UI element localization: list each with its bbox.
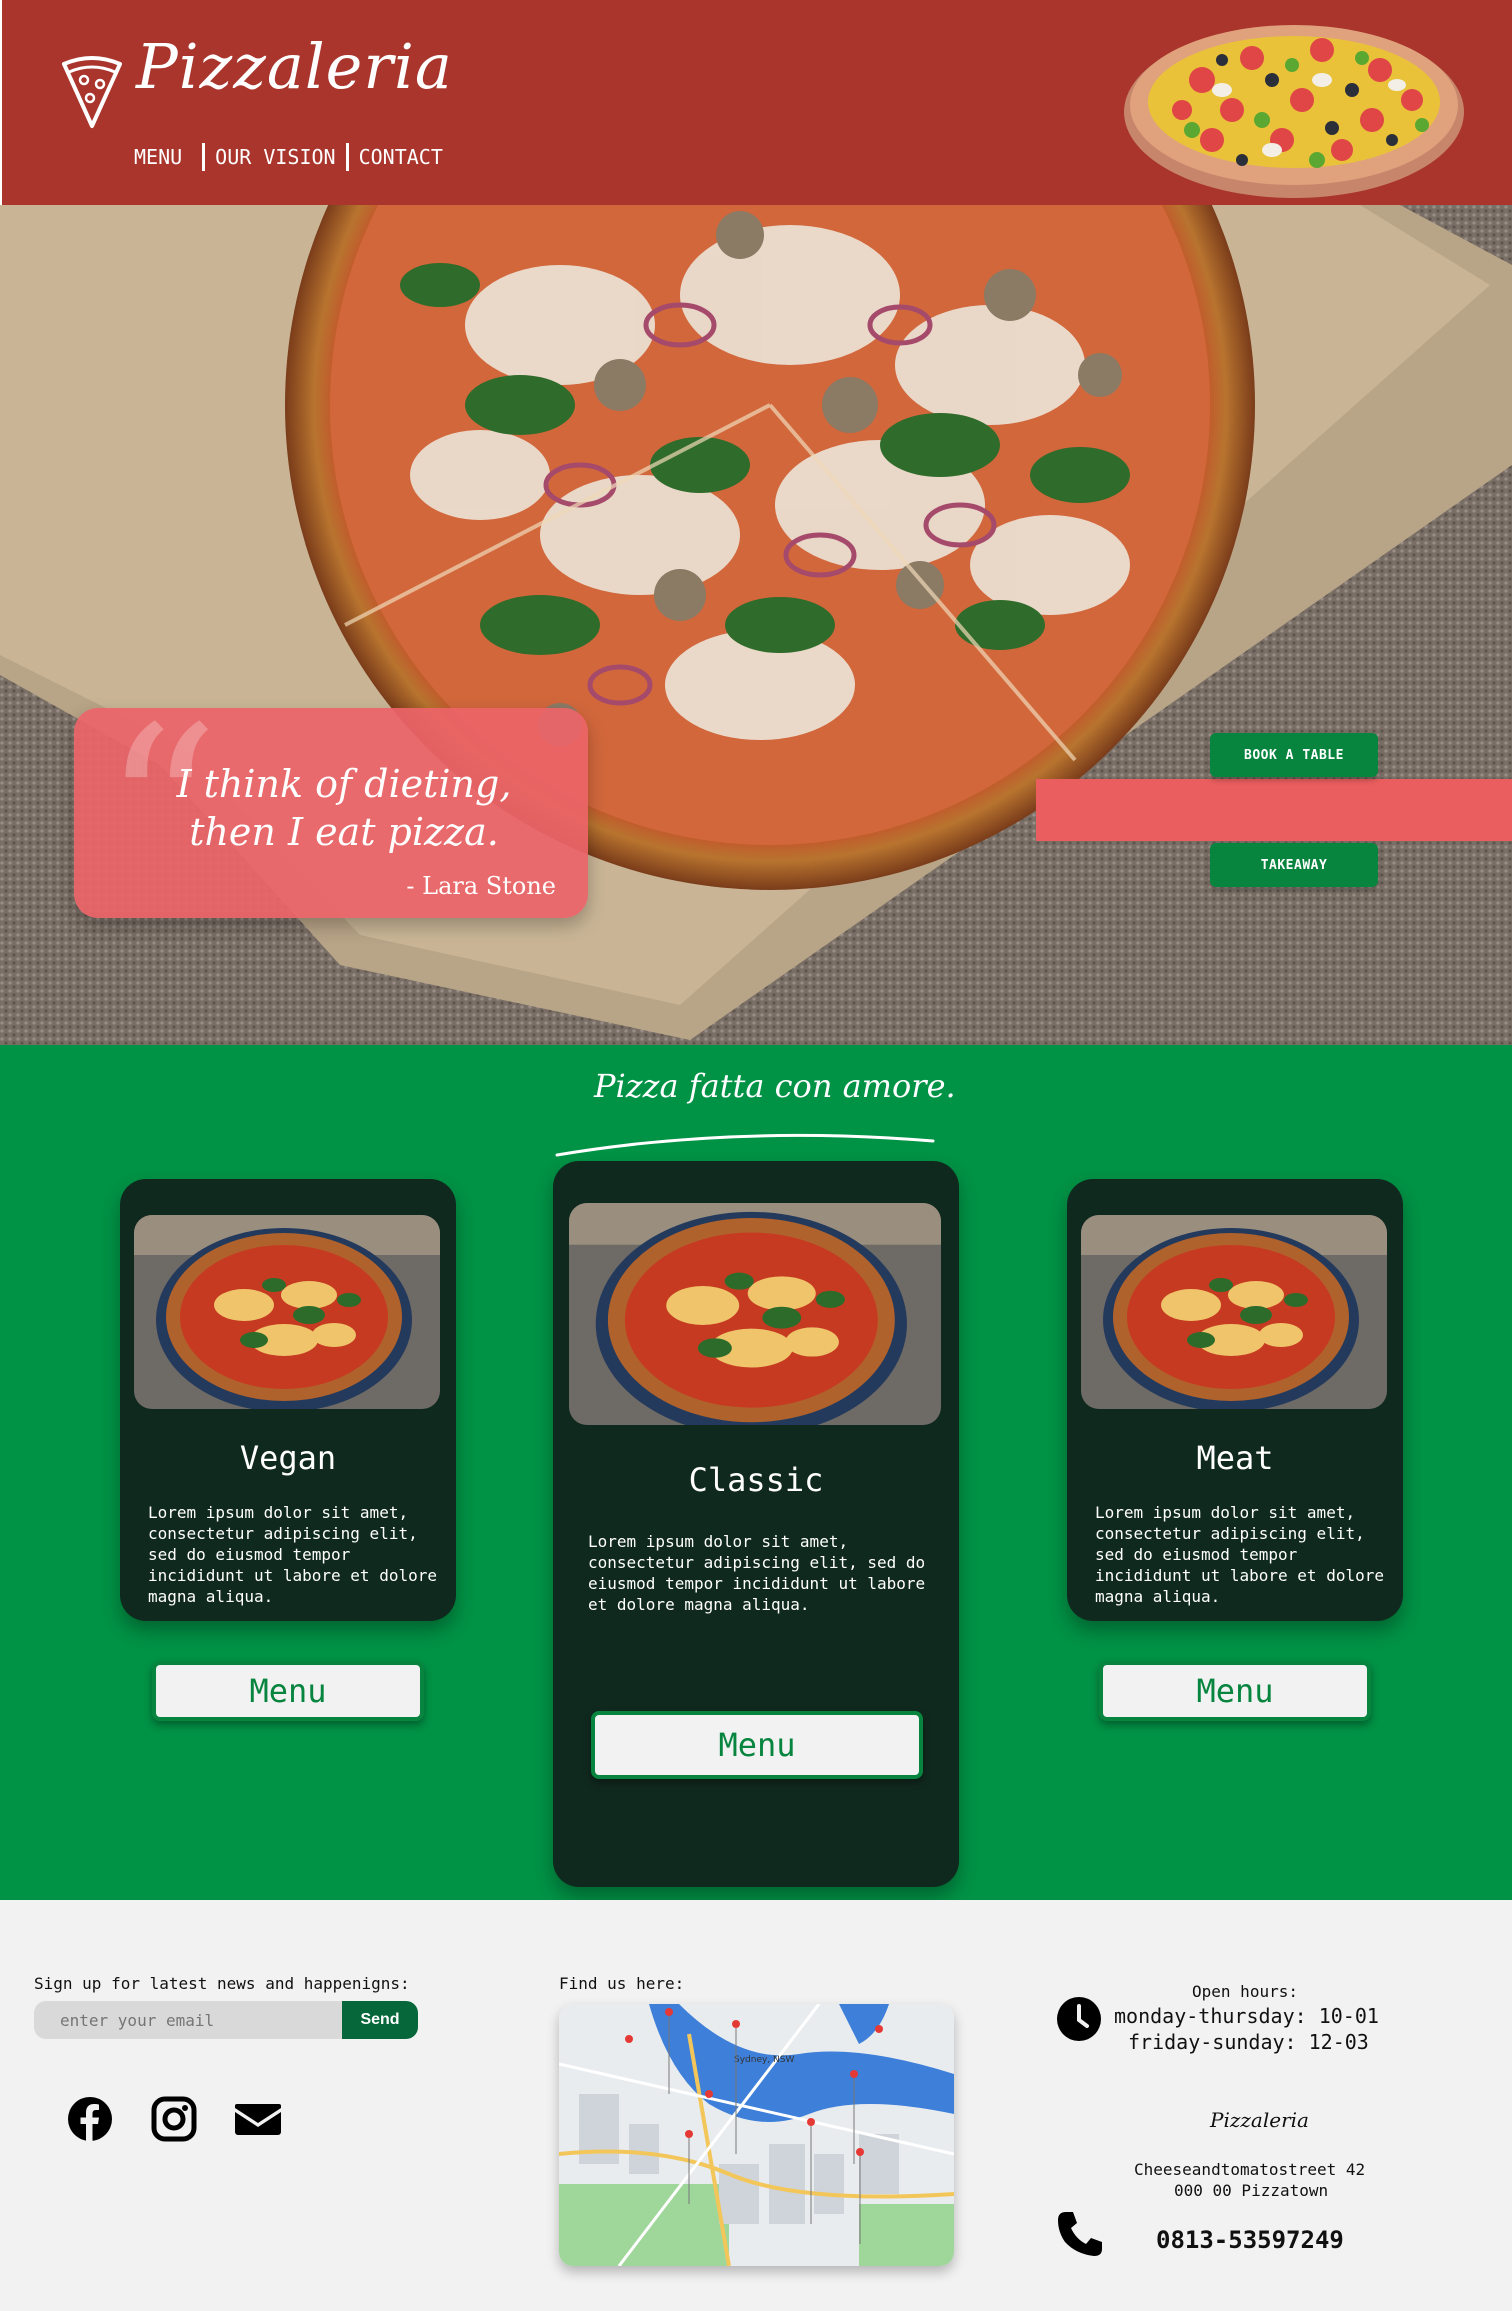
pizza-illustration <box>1124 25 1464 198</box>
meat-menu-button[interactable]: Menu <box>1099 1661 1371 1721</box>
main-nav: MENU OUR VISION CONTACT <box>134 143 453 171</box>
send-button[interactable]: Send <box>342 2001 418 2039</box>
instagram-icon[interactable] <box>151 2096 197 2142</box>
newsletter-label: Sign up for latest news and happenigns: <box>34 1974 410 1993</box>
pizza-photo <box>1081 1215 1387 1409</box>
phone-icon <box>1058 2212 1102 2256</box>
footer-brand: Pizzaleria <box>1210 2108 1309 2132</box>
menu-card-vegan: Vegan Lorem ipsum dolor sit amet, consec… <box>120 1179 456 1721</box>
takeaway-button[interactable]: TAKEAWAY <box>1210 843 1378 887</box>
pizza-slice-icon[interactable] <box>60 54 124 130</box>
book-table-button[interactable]: BOOK A TABLE <box>1210 733 1378 777</box>
section-tagline: Pizza fatta con amore. <box>594 1067 956 1105</box>
tagline-underline <box>555 1133 935 1157</box>
quote-author: - Lara Stone <box>406 872 556 900</box>
nav-our-vision[interactable]: OUR VISION <box>205 145 345 169</box>
envelope-icon[interactable] <box>235 2096 281 2142</box>
map-city-label: Sydney, NSW <box>734 2055 794 2065</box>
location-map[interactable]: Sydney, NSW <box>559 2004 954 2266</box>
classic-menu-button[interactable]: Menu <box>591 1711 923 1779</box>
site-footer: Sign up for latest news and happenigns: … <box>0 1900 1512 2311</box>
card-description: Lorem ipsum dolor sit amet, consectetur … <box>1095 1503 1384 1606</box>
address-city: 000 00 Pizzatown <box>1174 2181 1329 2200</box>
nav-menu[interactable]: MENU <box>134 145 202 169</box>
brand-logo-text[interactable]: Pizzaleria <box>136 30 453 103</box>
menu-card-classic: Classic Lorem ipsum dolor sit amet, cons… <box>553 1161 959 1887</box>
clock-icon <box>1057 1997 1101 2041</box>
card-title: Classic <box>688 1461 824 1499</box>
hours-weekend: friday-sunday: 12-03 <box>1128 2030 1369 2054</box>
menu-section: Pizza fatta con amore. Vegan Lorem ipsum… <box>0 1045 1512 1900</box>
quote-card: “ I think of dieting, then I eat pizza. … <box>74 698 588 928</box>
facebook-icon[interactable] <box>67 2096 113 2142</box>
pizza-photo <box>134 1215 440 1409</box>
card-title: Vegan <box>239 1439 337 1477</box>
map-label: Find us here: <box>559 1974 685 1993</box>
card-description: Lorem ipsum dolor sit amet, consectetur … <box>148 1503 437 1606</box>
accent-strip <box>1036 779 1512 841</box>
pizza-photo <box>569 1203 941 1425</box>
open-hours-label: Open hours: <box>1192 1982 1298 2001</box>
hours-weekdays: monday-thursday: 10-01 <box>1114 2004 1379 2028</box>
vegan-menu-button[interactable]: Menu <box>152 1661 424 1721</box>
nav-contact[interactable]: CONTACT <box>349 145 453 169</box>
menu-card-meat: Meat Lorem ipsum dolor sit amet, consect… <box>1067 1179 1403 1721</box>
card-description: Lorem ipsum dolor sit amet, consectetur … <box>588 1532 926 1614</box>
quote-text: I think of dieting, then I eat pizza. <box>176 762 512 854</box>
email-input[interactable] <box>34 2001 344 2039</box>
hero-pizza-photo <box>0 205 1512 1045</box>
hero-section: “ I think of dieting, then I eat pizza. … <box>0 205 1512 1045</box>
phone-number[interactable]: 0813-53597249 <box>1156 2226 1344 2254</box>
card-title: Meat <box>1196 1439 1274 1477</box>
address-street: Cheeseandtomatostreet 42 <box>1134 2160 1366 2179</box>
site-header: Pizzaleria MENU OUR VISION CONTACT <box>0 0 1512 205</box>
